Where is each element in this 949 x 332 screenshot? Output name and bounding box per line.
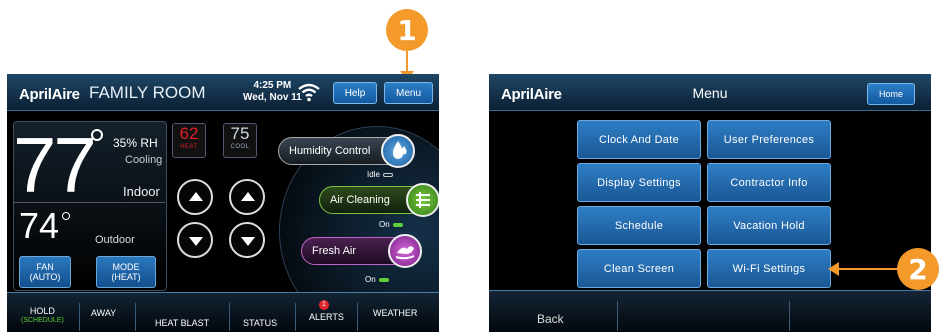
humidity-control-button[interactable]: Humidity Control <box>278 134 415 168</box>
cool-down-button[interactable] <box>229 222 265 258</box>
callout-1-arrow <box>400 51 414 81</box>
vacation-hold-button[interactable]: Vacation Hold <box>707 206 831 245</box>
mode-button[interactable]: MODE (HEAT) <box>96 256 156 288</box>
nav-weather[interactable]: WEATHER <box>373 308 417 318</box>
air-cleaning-status-text: On <box>379 220 390 229</box>
date-text: Wed, Nov 11 <box>243 92 302 103</box>
menu-button[interactable]: Menu <box>384 82 433 104</box>
brand-logo: AprilAire <box>19 86 80 103</box>
indoor-label: Indoor <box>123 184 160 199</box>
nav-hold-sub: (SCHEDULE) <box>21 317 64 324</box>
humidity-readout: 35% RH <box>113 136 158 150</box>
nav-hold-label: HOLD <box>29 306 55 316</box>
back-button[interactable]: Back <box>537 312 564 326</box>
nav-separator <box>229 303 230 331</box>
bottom-nav: Back <box>489 290 931 332</box>
bottom-nav: HOLD (SCHEDULE) AWAY HEAT BLAST STATUS 1… <box>7 292 439 332</box>
nav-separator <box>79 303 80 331</box>
system-status: Cooling <box>125 154 163 166</box>
clean-screen-button[interactable]: Clean Screen <box>577 249 701 288</box>
outdoor-label: Outdoor <box>95 234 135 246</box>
menu-title: Menu <box>692 85 728 101</box>
heat-setpoint-label: HEAT <box>180 144 198 150</box>
nav-alerts[interactable]: ALERTS <box>309 312 344 322</box>
humidity-control-label: Humidity Control <box>289 145 371 157</box>
fresh-air-icon <box>388 234 422 268</box>
time-text: 4:25 PM <box>253 80 292 91</box>
callout-2-arrow <box>828 262 898 276</box>
degree-symbol <box>91 129 103 141</box>
contractor-info-button[interactable]: Contractor Info <box>707 163 831 202</box>
humidity-status: Idle <box>367 170 393 179</box>
air-cleaning-label: Air Cleaning <box>330 194 390 206</box>
degree-symbol <box>62 212 70 220</box>
menu-screen: AprilAire Menu Home Clock And Date User … <box>489 74 931 332</box>
nav-hold[interactable]: HOLD (SCHEDULE) <box>21 306 64 326</box>
nav-status[interactable]: STATUS <box>243 318 277 328</box>
clock: 4:25 PM Wed, Nov 11 <box>243 80 302 104</box>
clock-and-date-button[interactable]: Clock And Date <box>577 120 701 159</box>
thermostat-home-screen: AprilAire FAMILY ROOM 4:25 PM Wed, Nov 1… <box>7 74 439 332</box>
humidity-status-text: Idle <box>367 170 380 179</box>
nav-separator <box>357 303 358 331</box>
user-preferences-button[interactable]: User Preferences <box>707 120 831 159</box>
divider <box>13 202 165 203</box>
page: 1 AprilAire FAMILY ROOM 4:25 PM Wed, Nov… <box>0 0 949 332</box>
fresh-air-status: On <box>365 275 389 284</box>
callout-1: 1 <box>386 9 428 51</box>
fresh-air-label: Fresh Air <box>312 245 357 257</box>
outdoor-temperature: 74 <box>19 205 60 246</box>
fan-button[interactable]: FAN (AUTO) <box>19 256 71 288</box>
nav-separator <box>789 301 790 331</box>
schedule-button[interactable]: Schedule <box>577 206 701 245</box>
mode-value: (HEAT) <box>111 272 141 282</box>
status-indicator <box>378 277 389 282</box>
wifi-settings-button[interactable]: Wi-Fi Settings <box>707 249 831 288</box>
display-settings-button[interactable]: Display Settings <box>577 163 701 202</box>
wifi-icon <box>298 83 320 102</box>
top-bar: AprilAire FAMILY ROOM 4:25 PM Wed, Nov 1… <box>7 74 439 111</box>
indoor-temperature: 77 <box>13 121 97 209</box>
nav-separator <box>617 301 618 331</box>
fan-label: FAN <box>36 262 54 272</box>
status-indicator <box>382 172 393 177</box>
callout-2: 2 <box>897 248 939 290</box>
heat-setpoint-value: 62 <box>179 124 199 143</box>
nav-separator <box>135 303 136 331</box>
top-bar: AprilAire Menu Home <box>489 74 931 111</box>
status-indicator <box>392 222 403 227</box>
home-button[interactable]: Home <box>867 83 915 105</box>
room-name: FAMILY ROOM <box>89 83 206 102</box>
alerts-badge: 1 <box>319 300 329 310</box>
air-cleaning-icon <box>406 183 439 217</box>
mode-label: MODE <box>112 262 140 272</box>
fan-value: (AUTO) <box>29 272 61 282</box>
water-drop-icon <box>381 134 415 168</box>
help-button[interactable]: Help <box>333 82 377 104</box>
fresh-air-status-text: On <box>365 275 376 284</box>
air-cleaning-button[interactable]: Air Cleaning <box>319 183 439 217</box>
nav-heat-blast[interactable]: HEAT BLAST <box>155 318 209 328</box>
fresh-air-button[interactable]: Fresh Air <box>301 234 422 268</box>
cool-up-button[interactable] <box>229 179 265 215</box>
heat-up-button[interactable] <box>177 179 213 215</box>
nav-away[interactable]: AWAY <box>91 308 116 318</box>
heat-setpoint: 62 HEAT <box>172 123 206 158</box>
cool-setpoint-value: 75 <box>230 124 250 143</box>
air-cleaning-status: On <box>379 220 403 229</box>
heat-down-button[interactable] <box>177 222 213 258</box>
cool-setpoint: 75 COOL <box>223 123 257 158</box>
nav-separator <box>295 303 296 331</box>
cool-setpoint-label: COOL <box>230 144 250 150</box>
